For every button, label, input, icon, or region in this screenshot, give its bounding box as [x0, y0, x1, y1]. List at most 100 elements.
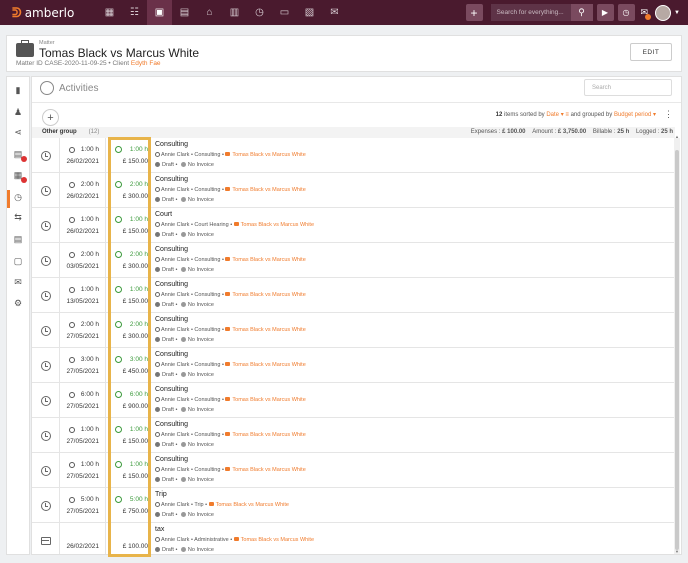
group-field-dropdown[interactable]: Budget period ▾: [614, 112, 656, 118]
activity-row[interactable]: 6:00 h 27/05/2021 6:00 h £ 900.00 Consulting…: [32, 383, 675, 418]
activity-matter-link[interactable]: Tomas Black vs Marcus White: [232, 432, 305, 438]
billing-icon[interactable]: ⌂: [197, 0, 222, 25]
activity-title[interactable]: Court: [155, 211, 172, 218]
group-header[interactable]: Other group (12) Expenses : £ 100.00 Amou…: [32, 127, 675, 138]
activity-matter-link[interactable]: Tomas Black vs Marcus White: [232, 467, 305, 473]
scroll-down-icon[interactable]: ▼: [675, 549, 679, 554]
mail-icon[interactable]: ✉: [11, 275, 25, 289]
activity-title[interactable]: Consulting: [155, 421, 188, 428]
status-label: Draft: [162, 477, 174, 483]
contacts-icon[interactable]: ☷: [122, 0, 147, 25]
billable-amount: £ 900.00: [122, 403, 148, 410]
activity-title[interactable]: Consulting: [155, 456, 188, 463]
logged-time-cell: 1:00 h 13/05/2021: [60, 278, 106, 313]
sort-info: 12 items sorted by Date ▾ ≡ and grouped …: [496, 111, 656, 118]
more-options-icon[interactable]: ⋮: [664, 109, 673, 120]
activity-matter-link[interactable]: Tomas Black vs Marcus White: [232, 292, 305, 298]
activities-search-input[interactable]: Search: [584, 79, 672, 96]
folder-icon[interactable]: ▭: [272, 0, 297, 25]
share-icon[interactable]: ⋖: [11, 125, 25, 139]
activity-date: 27/05/2021: [66, 508, 99, 515]
logged-duration: 1:00 h: [80, 426, 99, 433]
global-search: Search for everything... ⚲: [490, 4, 593, 21]
global-search-input[interactable]: Search for everything...: [490, 4, 571, 21]
activity-matter-link[interactable]: Tomas Black vs Marcus White: [232, 257, 305, 263]
edit-button[interactable]: EDIT: [630, 43, 672, 61]
stopwatch-icon[interactable]: ◷: [617, 4, 635, 21]
activity-matter-link[interactable]: Tomas Black vs Marcus White: [216, 502, 289, 508]
activity-row[interactable]: 1:00 h 27/05/2021 1:00 h £ 150.00 Consulting…: [32, 418, 675, 453]
notifications-bell-icon[interactable]: ✉: [641, 7, 652, 20]
activity-title[interactable]: Consulting: [155, 386, 188, 393]
activity-row[interactable]: 2:00 h 27/05/2021 2:00 h £ 300.00 Consulting…: [32, 313, 675, 348]
activity-description: Consulting Annie Clark • Consulting • Tom…: [155, 243, 655, 278]
activity-matter-link[interactable]: Tomas Black vs Marcus White: [232, 362, 305, 368]
activity-title[interactable]: Consulting: [155, 351, 188, 358]
mail-icon[interactable]: ✉: [322, 0, 347, 25]
activity-title[interactable]: Consulting: [155, 176, 188, 183]
tasks-icon[interactable]: ▤: [11, 147, 27, 162]
documents-icon[interactable]: ▢: [11, 254, 25, 268]
search-icon[interactable]: ⚲: [570, 4, 593, 21]
play-timer-icon[interactable]: ▶: [596, 4, 614, 21]
contacts-icon[interactable]: ♟: [11, 105, 25, 119]
activity-row[interactable]: 26/02/2021 £ 100.00 tax Annie Clark • Admin…: [32, 523, 675, 554]
activity-title[interactable]: Trip: [155, 491, 167, 498]
scrollbar-thumb[interactable]: [675, 150, 679, 550]
client-link[interactable]: Edyth Fae: [131, 60, 161, 67]
activity-row[interactable]: 2:00 h 26/02/2021 2:00 h £ 300.00 Consulting…: [32, 173, 675, 208]
app-logo[interactable]: ᕲ amberlo: [12, 5, 88, 21]
activity-matter-link[interactable]: Tomas Black vs Marcus White: [241, 222, 314, 228]
summary-icon[interactable]: ▮: [11, 83, 25, 97]
scrollbar[interactable]: [674, 138, 680, 554]
activity-title[interactable]: Consulting: [155, 141, 188, 148]
activity-matter-link[interactable]: Tomas Black vs Marcus White: [232, 397, 305, 403]
invoice-label: No Invoice: [187, 477, 214, 483]
activity-row[interactable]: 1:00 h 26/02/2021 1:00 h £ 150.00 Consulting…: [32, 138, 675, 173]
invoice-label: No Invoice: [187, 372, 214, 378]
activity-title[interactable]: Consulting: [155, 246, 188, 253]
activity-status: Draft • No Invoice: [155, 197, 214, 203]
activity-row[interactable]: 5:00 h 27/05/2021 5:00 h £ 750.00 Trip Annie …: [32, 488, 675, 523]
reports-icon[interactable]: ▧: [297, 0, 322, 25]
billable-time-icon: [115, 391, 122, 398]
activity-row[interactable]: 2:00 h 03/05/2021 2:00 h £ 300.00 Consulting…: [32, 243, 675, 278]
documents-icon[interactable]: ▤: [172, 0, 197, 25]
activity-matter-link[interactable]: Tomas Black vs Marcus White: [232, 152, 305, 158]
user-avatar[interactable]: [655, 4, 672, 21]
time-icon[interactable]: ◷: [247, 0, 272, 25]
activity-row[interactable]: 1:00 h 27/05/2021 1:00 h £ 150.00 Consulting…: [32, 453, 675, 488]
sort-field-dropdown[interactable]: Date ▾: [546, 112, 563, 118]
activities-icon[interactable]: ◷: [11, 190, 25, 204]
activity-title[interactable]: tax: [155, 526, 164, 533]
activity-title[interactable]: Consulting: [155, 281, 188, 288]
activity-title[interactable]: Consulting: [155, 316, 188, 323]
settings-icon[interactable]: ⚙: [11, 296, 25, 310]
clock-icon: [40, 430, 51, 441]
activity-row[interactable]: 3:00 h 27/05/2021 3:00 h £ 450.00 Consulting…: [32, 348, 675, 383]
calendar-icon[interactable]: ▦: [11, 168, 27, 183]
invoices-icon[interactable]: ▤: [11, 232, 25, 246]
logged-duration: 1:00 h: [80, 286, 99, 293]
activity-matter-link[interactable]: Tomas Black vs Marcus White: [232, 187, 305, 193]
group-name: Other group (12): [42, 129, 100, 135]
matters-icon[interactable]: ▣: [147, 0, 172, 25]
add-activity-button[interactable]: +: [42, 109, 59, 126]
activity-kind: Consulting: [194, 397, 221, 403]
billable-duration: 3:00 h: [129, 356, 148, 363]
add-new-button[interactable]: +: [465, 4, 483, 21]
draft-status-icon: [155, 302, 160, 307]
chevron-down-icon[interactable]: ▼: [674, 10, 680, 16]
billable-time-icon: [115, 461, 122, 468]
scroll-up-icon[interactable]: ▲: [675, 134, 679, 139]
billable-duration: 1:00 h: [129, 216, 148, 223]
invoice-label: No Invoice: [187, 547, 214, 553]
activity-row[interactable]: 1:00 h 26/02/2021 1:00 h £ 150.00 Court Annie…: [32, 208, 675, 243]
activity-row[interactable]: 1:00 h 13/05/2021 1:00 h £ 150.00 Consulting…: [32, 278, 675, 313]
activity-matter-link[interactable]: Tomas Black vs Marcus White: [241, 537, 314, 543]
activity-kind: Consulting: [194, 187, 221, 193]
activity-matter-link[interactable]: Tomas Black vs Marcus White: [232, 327, 305, 333]
dashboard-icon[interactable]: ▦: [97, 0, 122, 25]
calendar-icon[interactable]: ▥: [222, 0, 247, 25]
transfer-icon[interactable]: ⇆: [11, 210, 25, 224]
